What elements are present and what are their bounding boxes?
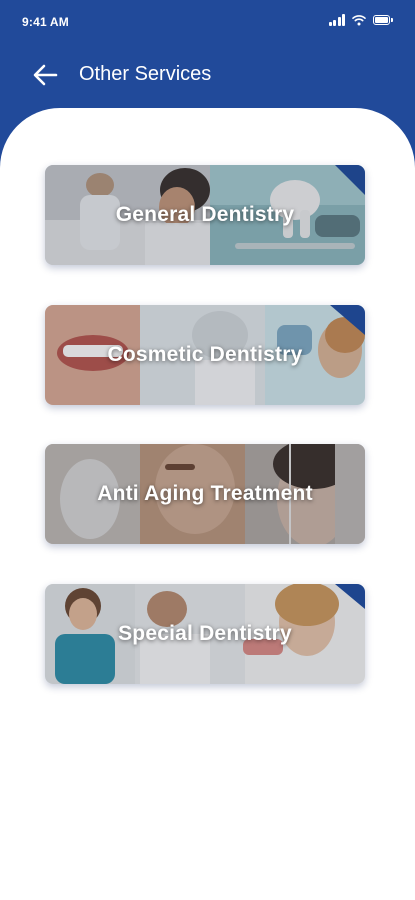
service-card-general-dentistry[interactable]: General Dentistry bbox=[45, 165, 365, 265]
battery-icon bbox=[373, 14, 393, 26]
service-card-anti-aging-treatment[interactable]: Anti Aging Treatment bbox=[45, 444, 365, 544]
service-label: Anti Aging Treatment bbox=[97, 482, 313, 505]
wifi-icon bbox=[352, 15, 366, 26]
arrow-left-icon[interactable] bbox=[30, 62, 60, 88]
signal-icon bbox=[329, 14, 345, 26]
service-label: Special Dentistry bbox=[118, 622, 292, 645]
status-bar: 9:41 AM bbox=[0, 0, 415, 44]
service-card-cosmetic-dentistry[interactable]: Cosmetic Dentistry bbox=[45, 305, 365, 405]
service-label: Cosmetic Dentistry bbox=[107, 343, 303, 366]
service-card-special-dentistry[interactable]: Special Dentistry bbox=[45, 584, 365, 684]
status-icons bbox=[329, 14, 393, 26]
app-bar: Other Services bbox=[0, 50, 415, 100]
status-time: 9:41 AM bbox=[22, 15, 69, 29]
page-title: Other Services bbox=[79, 63, 212, 85]
service-label: General Dentistry bbox=[115, 203, 295, 226]
